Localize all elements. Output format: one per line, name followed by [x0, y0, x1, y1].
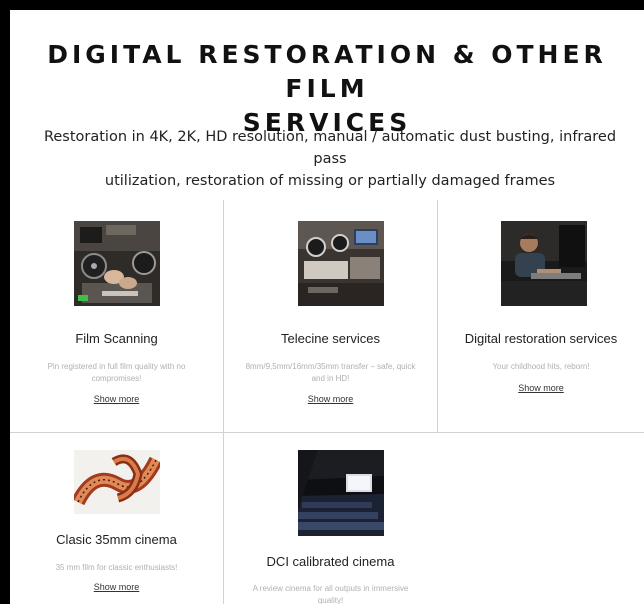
film-reel-image [74, 450, 160, 514]
service-description: 35 mm film for classic enthusiasts! [55, 563, 178, 572]
show-more-link[interactable]: Show more [10, 394, 223, 404]
service-title: Digital restoration services [464, 331, 618, 346]
service-description: Your childhood hits, reborn! [492, 362, 590, 371]
service-title: Film Scanning [75, 331, 158, 346]
digital-restoration-image [501, 221, 587, 306]
page-title: DIGITAL RESTORATION & OTHER FILM SERVICE… [10, 38, 644, 140]
service-title: Telecine services [281, 331, 380, 346]
page-subtitle-line-1: Restoration in 4K, 2K, HD resolution, ma… [43, 129, 617, 167]
service-card-telecine: Telecine services 8mm/9,5mm/16mm/35mm tr… [224, 200, 437, 432]
services-grid: Film Scanning Pin registered in full fil… [10, 200, 644, 604]
show-more-link[interactable]: Show more [10, 582, 223, 592]
service-description: A review cinema for all outputs in immer… [252, 584, 409, 604]
page-frame: DIGITAL RESTORATION & OTHER FILM SERVICE… [10, 10, 644, 604]
service-card-digital-restoration: Digital restoration services Your childh… [438, 200, 644, 432]
service-description: 8mm/9,5mm/16mm/35mm transfer – safe, qui… [245, 362, 416, 383]
service-title: DCI calibrated cinema [266, 554, 395, 569]
show-more-link[interactable]: Show more [224, 394, 437, 404]
telecine-image [298, 221, 384, 306]
service-card-film-scanning: Film Scanning Pin registered in full fil… [10, 200, 223, 432]
page-subtitle: Restoration in 4K, 2K, HD resolution, ma… [32, 126, 628, 192]
service-card-dci-cinema: DCI calibrated cinema A review cinema fo… [224, 433, 437, 604]
page-title-line-1: DIGITAL RESTORATION & OTHER FILM [47, 40, 607, 103]
service-card-35mm-cinema: Clasic 35mm cinema 35 mm film for classi… [10, 433, 223, 604]
cinema-hall-image [298, 450, 384, 536]
service-title: Clasic 35mm cinema [56, 532, 177, 547]
show-more-link[interactable]: Show more [438, 383, 644, 393]
page-subtitle-line-2: utilization, restoration of missing or p… [104, 173, 556, 189]
film-scanning-image [74, 221, 160, 306]
service-description: Pin registered in full film quality with… [47, 362, 186, 383]
